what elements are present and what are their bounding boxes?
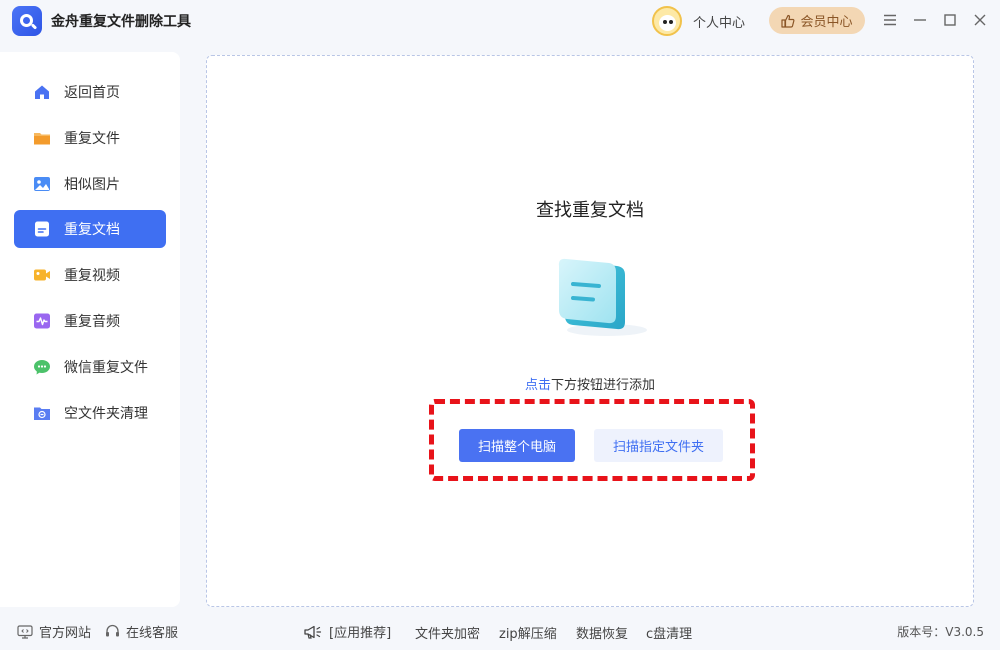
- wechat-icon: [34, 360, 50, 375]
- sidebar-item-duplicate-videos[interactable]: 重复视频: [14, 256, 166, 294]
- footer-link-c-drive-cleanup[interactable]: c盘清理: [646, 623, 692, 642]
- scan-whole-computer-button[interactable]: 扫描整个电脑: [459, 429, 575, 462]
- headset-icon: [106, 624, 119, 637]
- page-title: 查找重复文档: [536, 200, 644, 221]
- main-drop-area: 查找重复文档 点击下方按钮进行添加 扫描整个电脑 扫描指定文件夹: [206, 55, 974, 607]
- sidebar: 返回首页 重复文件 相似图片 重复文档 重复视频 重复音频 微信重复文件 空文件…: [0, 52, 180, 607]
- footer-link-data-recovery[interactable]: 数据恢复: [576, 623, 628, 642]
- footer-link-folder-encrypt[interactable]: 文件夹加密: [415, 623, 480, 642]
- home-icon: [35, 85, 49, 99]
- sidebar-item-duplicate-documents[interactable]: 重复文档: [14, 210, 166, 248]
- scan-specified-folder-button[interactable]: 扫描指定文件夹: [594, 429, 723, 462]
- app-title: 金舟重复文件删除工具: [51, 14, 191, 30]
- megaphone-icon: [304, 625, 322, 639]
- official-website-link[interactable]: 官方网站: [17, 622, 91, 641]
- empty-folder-icon: [34, 407, 50, 420]
- image-icon: [34, 177, 50, 191]
- sidebar-item-wechat-files[interactable]: 微信重复文件: [14, 348, 166, 386]
- vip-center-button[interactable]: 会员中心: [769, 7, 865, 34]
- app-logo-icon: [12, 6, 42, 36]
- video-icon: [34, 269, 50, 281]
- menu-icon[interactable]: [881, 11, 899, 29]
- maximize-icon[interactable]: [941, 11, 959, 29]
- footer-link-zip[interactable]: zip解压缩: [499, 623, 557, 642]
- document-icon: [35, 221, 49, 237]
- user-avatar[interactable]: [652, 6, 682, 36]
- app-recommend[interactable]: [应用推荐]: [303, 622, 391, 641]
- user-center-link[interactable]: 个人中心: [693, 12, 745, 31]
- sidebar-item-similar-images[interactable]: 相似图片: [14, 165, 166, 203]
- sidebar-item-home[interactable]: 返回首页: [14, 73, 166, 111]
- footer: 官方网站 在线客服 [应用推荐] 文件夹加密 zip解压缩 数据恢复 c盘清理 …: [0, 612, 1000, 650]
- online-service-link[interactable]: 在线客服: [105, 622, 178, 641]
- vip-center-label: 会员中心: [800, 15, 853, 30]
- monitor-icon: [17, 624, 33, 639]
- title-bar: 金舟重复文件删除工具 个人中心 会员中心: [0, 0, 1000, 42]
- version-label: 版本号：V3.0.5: [897, 625, 984, 639]
- add-hint: 点击下方按钮进行添加: [207, 374, 973, 393]
- folder-icon: [34, 133, 50, 145]
- close-icon[interactable]: [971, 11, 989, 29]
- hint-click-link[interactable]: 点击: [525, 378, 551, 393]
- audio-icon: [34, 313, 50, 329]
- document-illustration-icon: [558, 258, 647, 336]
- thumbs-up-icon: [781, 14, 795, 28]
- hint-text: 下方按钮进行添加: [551, 378, 656, 393]
- sidebar-item-duplicate-audio[interactable]: 重复音频: [14, 302, 166, 340]
- minimize-icon[interactable]: [911, 11, 929, 29]
- sidebar-item-empty-folder-cleanup[interactable]: 空文件夹清理: [14, 394, 166, 432]
- sidebar-item-duplicate-files[interactable]: 重复文件: [14, 119, 166, 157]
